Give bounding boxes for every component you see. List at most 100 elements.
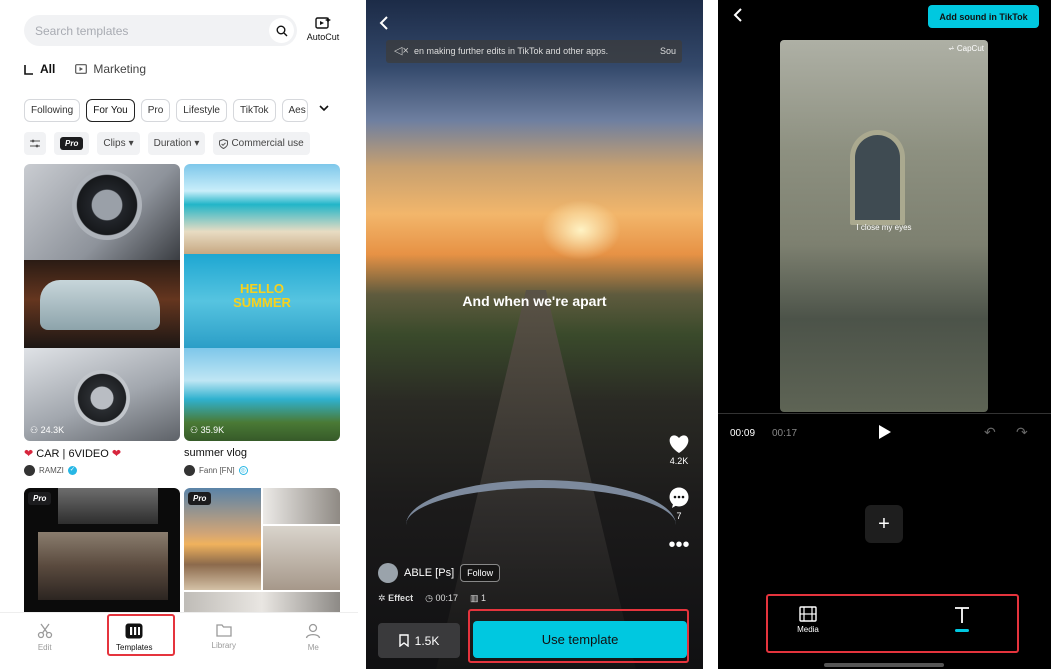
- tab-all-label: All: [40, 62, 56, 76]
- car-wheel-2: [74, 370, 130, 426]
- templates-screen: Search templates AutoCut All Marketing F…: [0, 0, 358, 669]
- effect-tag[interactable]: ✲ Effect: [378, 593, 413, 604]
- users-icon: ⚇: [30, 425, 39, 435]
- template-card-car[interactable]: ⚇ 24.3K: [24, 164, 180, 441]
- heart-icon: ❤: [111, 448, 122, 460]
- nav-library[interactable]: Library: [194, 623, 254, 669]
- filter-commercial-label: Commercial use: [231, 138, 304, 149]
- template-title[interactable]: ❤ CAR | 6VIDEO ❤: [24, 447, 121, 460]
- comment-button[interactable]: 7: [662, 487, 696, 521]
- nav-edit-label: Edit: [37, 643, 52, 652]
- watermark-text: CapCut: [956, 44, 984, 53]
- pro-badge: Pro: [60, 137, 84, 150]
- avatar[interactable]: [378, 563, 398, 583]
- template-card-summer[interactable]: HELLO SUMMER ⚇ 35.9K: [184, 164, 340, 441]
- verified-icon: ◎: [238, 466, 248, 475]
- save-count: 1.5K: [414, 633, 440, 648]
- bike-handlebar: [406, 480, 676, 570]
- collage-tile-3: [263, 526, 340, 590]
- template-title[interactable]: summer vlog: [184, 447, 247, 459]
- autocut-icon: [315, 17, 331, 29]
- template-preview-screen: ◁× en making further edits in TikTok and…: [366, 0, 703, 669]
- heart-icon: ❤: [24, 448, 34, 460]
- more-dots-icon: •••: [668, 534, 690, 556]
- follow-button[interactable]: Follow: [460, 564, 501, 582]
- chevron-down-icon[interactable]: [318, 102, 330, 117]
- clip-icon: ▥: [469, 593, 479, 603]
- filter-clips-label: Clips: [103, 138, 126, 149]
- photo-main: [38, 532, 168, 600]
- notice-tail: Sou: [659, 46, 676, 56]
- pro-badge: Pro: [28, 492, 52, 505]
- filter-settings-button[interactable]: [24, 132, 46, 155]
- chip-row: Following For You Pro Lifestyle TikTok A…: [24, 99, 308, 122]
- tab-marketing-label: Marketing: [93, 62, 147, 76]
- template-card-collage[interactable]: Pro: [184, 488, 340, 618]
- clock-icon: ◷: [425, 593, 433, 603]
- back-button[interactable]: [732, 6, 744, 27]
- nav-edit[interactable]: Edit: [15, 623, 75, 669]
- chip-aes[interactable]: Aes: [281, 99, 308, 122]
- back-button[interactable]: [378, 14, 390, 35]
- author-name[interactable]: ABLE [Ps]: [404, 567, 454, 579]
- template-author[interactable]: RAMZI ✓: [24, 465, 77, 476]
- summer-overlay-title: HELLO SUMMER: [233, 281, 291, 310]
- heart-icon: [669, 435, 689, 453]
- filter-clips[interactable]: Clips ▾: [97, 132, 140, 155]
- sun-glow: [541, 200, 621, 260]
- sparkle-icon: ✲: [378, 593, 386, 603]
- chip-for-you[interactable]: For You: [86, 99, 135, 122]
- usage-count-value: 24.3K: [40, 425, 65, 435]
- highlight-box: [107, 614, 175, 656]
- comment-icon: [669, 487, 689, 508]
- video-preview[interactable]: ⩫ CapCut I close my eyes: [780, 40, 988, 412]
- comment-count: 7: [676, 511, 682, 521]
- duration-value: 00:17: [435, 593, 458, 603]
- template-card-friends[interactable]: Pro: [24, 488, 180, 618]
- undo-button[interactable]: ↶: [984, 424, 996, 441]
- save-button[interactable]: 1.5K: [378, 623, 460, 658]
- duration-tag: ◷ 00:17: [425, 593, 458, 604]
- usage-count-value: 35.9K: [200, 425, 225, 435]
- play-icon: [879, 425, 891, 439]
- play-button[interactable]: [878, 424, 892, 444]
- video-caption: And when we're apart: [462, 293, 607, 309]
- filter-commercial[interactable]: Commercial use: [213, 132, 310, 155]
- add-media-button[interactable]: +: [865, 505, 903, 543]
- nav-me[interactable]: Me: [283, 623, 343, 669]
- chip-pro[interactable]: Pro: [140, 99, 171, 122]
- search-placeholder: Search templates: [35, 24, 129, 38]
- tab-all[interactable]: All: [24, 62, 55, 76]
- total-time: 00:17: [772, 428, 798, 439]
- add-sound-button[interactable]: Add sound in TikTok: [928, 5, 1039, 28]
- chip-lifestyle[interactable]: Lifestyle: [176, 99, 227, 122]
- more-button[interactable]: •••: [662, 535, 696, 555]
- folder-icon: [216, 624, 232, 637]
- like-button[interactable]: 4.2K: [662, 434, 696, 466]
- filter-duration[interactable]: Duration ▾: [147, 132, 206, 155]
- chip-tiktok[interactable]: TikTok: [232, 99, 276, 122]
- undo-icon: ↶: [984, 424, 996, 440]
- autocut-button[interactable]: AutoCut: [303, 16, 343, 42]
- home-indicator: [824, 663, 944, 667]
- window-shape: [850, 130, 905, 225]
- filter-duration-label: Duration: [153, 138, 192, 149]
- notice-banner: ◁× en making further edits in TikTok and…: [386, 40, 682, 63]
- chip-following[interactable]: Following: [24, 99, 81, 122]
- bottom-nav: Edit Templates Library Me: [0, 612, 358, 669]
- search-input[interactable]: Search templates: [24, 15, 297, 46]
- car-wheel-1: [72, 170, 142, 240]
- redo-button[interactable]: ↷: [1016, 424, 1028, 441]
- chevron-left-icon: [733, 8, 742, 22]
- highlight-box: [766, 594, 1019, 653]
- nav-library-label: Library: [211, 641, 236, 650]
- template-meta: ✲ Effect ◷ 00:17 ▥ 1: [378, 593, 486, 604]
- autocut-label: AutoCut: [306, 32, 340, 42]
- pro-badge: Pro: [188, 492, 212, 505]
- template-author[interactable]: Fann [FN] ◎: [184, 465, 248, 476]
- usage-count: ⚇ 24.3K: [30, 425, 64, 436]
- notice-text: en making further edits in TikTok and ot…: [414, 46, 609, 56]
- search-button[interactable]: [269, 18, 294, 43]
- tab-marketing[interactable]: Marketing: [75, 62, 146, 76]
- filter-pro[interactable]: Pro: [54, 132, 90, 155]
